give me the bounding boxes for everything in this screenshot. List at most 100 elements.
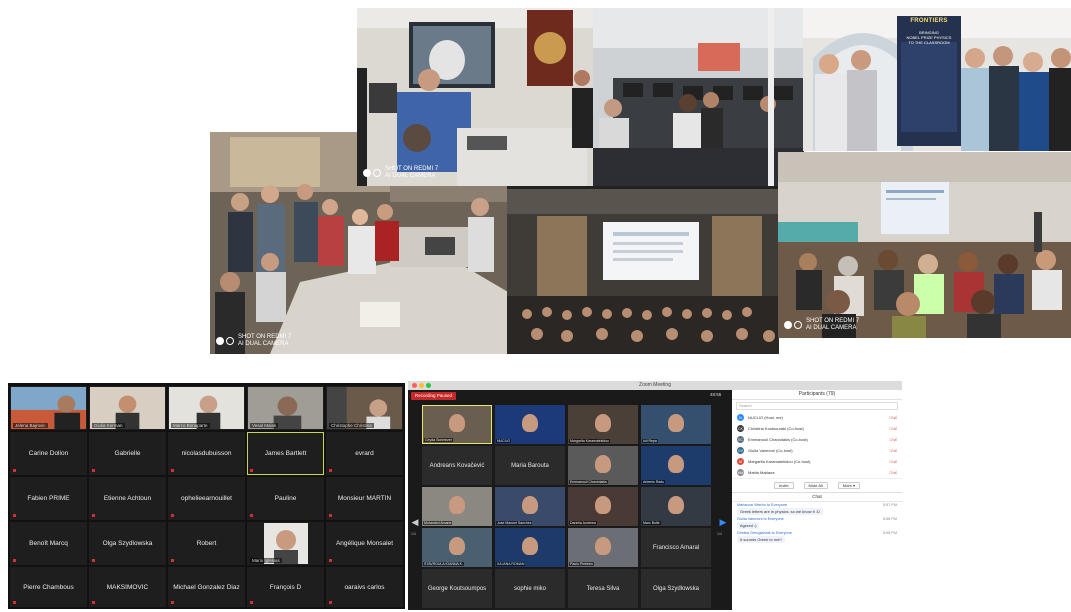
video-tile[interactable]: Paulo Pinheiro: [568, 528, 638, 567]
participants-title: Participants (79): [732, 390, 902, 400]
video-tile[interactable]: Artemis Radu: [641, 446, 711, 485]
video-tile[interactable]: Christophe Christina: [326, 386, 403, 430]
video-tile[interactable]: NUCLIO: [495, 405, 565, 444]
participant-tile[interactable]: Andreans Kovačević: [422, 446, 492, 485]
participant-tile[interactable]: Gabrielle: [89, 432, 166, 475]
invite-button[interactable]: Invite: [773, 482, 794, 489]
video-tile[interactable]: Mohamed Amane: [422, 487, 492, 526]
participant-face: [595, 495, 611, 514]
mic-camera-icon[interactable]: 🎙̸ ▭̸: [889, 437, 897, 442]
mic-camera-icon[interactable]: 🎙̸ ▭̸: [889, 426, 897, 431]
prev-page-arrow-icon[interactable]: ◀: [411, 514, 419, 530]
participant-tile-active[interactable]: James Bartlett: [247, 432, 324, 475]
chat-text: Greek letters are in physics, so we know…: [737, 508, 823, 515]
chat-title: Chat: [732, 493, 902, 502]
video-tile[interactable]: Mario Iglesias: [247, 522, 324, 565]
participant-tile[interactable]: evrard: [326, 432, 403, 475]
participant-tile[interactable]: Maria Barouta: [495, 446, 565, 485]
chat-header: Giulia Vanmoni to Everyone 5:58 PM: [737, 517, 897, 521]
photo-computer-lab: [593, 8, 804, 186]
participant-tile[interactable]: Michael Gonzalez Diaz: [168, 567, 245, 607]
video-tile[interactable]: Marco Bonaparte: [168, 386, 245, 430]
participant-row[interactable]: MM Mattia Mattana 🎙̸ ▭̸: [732, 467, 902, 478]
participant-row[interactable]: N NUCLIO (Host, me) 🎙̸ ▭̸: [732, 412, 902, 423]
page-indicator-right: 1/4: [717, 532, 722, 536]
maximize-window-button[interactable]: [426, 383, 431, 388]
mic-camera-icon[interactable]: 🎙̸ ▭̸: [889, 470, 897, 475]
close-window-button[interactable]: [412, 383, 417, 388]
participant-tile[interactable]: François D: [247, 567, 324, 607]
participant-tile[interactable]: Monsieur MARTIN: [326, 477, 403, 520]
participant-tile[interactable]: Pierre Chambous: [10, 567, 87, 607]
chat-sender[interactable]: Dimitra Gerogiannis to Everyone: [737, 531, 792, 535]
participant-name: Giulia Vanmoni (Co-host): [748, 448, 793, 453]
video-tile[interactable]: Daniela Andreea: [568, 487, 638, 526]
minimize-window-button[interactable]: [419, 383, 424, 388]
participant-face: [595, 454, 611, 473]
participant-actions: Invite Mute All More ▾: [732, 478, 902, 493]
banner-brand: FRONTIERS: [910, 18, 948, 24]
participant-tile[interactable]: Teresa Silva: [568, 569, 638, 608]
participant-tile[interactable]: MAKSIMOVIC: [89, 567, 166, 607]
participant-row[interactable]: EC Emmanouil Chaniotakis (Co-host) 🎙̸ ▭̸: [732, 434, 902, 445]
chat-sender[interactable]: Marianna Viterbo to Everyone: [737, 503, 787, 507]
video-caption: Ceyda Sonmezer: [424, 438, 454, 442]
chat-time: 5:57 PM: [882, 503, 897, 507]
participant-face: [668, 454, 684, 473]
video-tile[interactable]: Jose Manuel Sanchez: [495, 487, 565, 526]
video-caption: STAVROULA IOANNA K.: [423, 562, 464, 566]
chat-sender[interactable]: Giulia Vanmoni to Everyone: [737, 517, 784, 521]
participant-tile[interactable]: Robert: [168, 522, 245, 565]
participant-face: [449, 413, 465, 432]
participant-row[interactable]: M Margarita Karamalekidou (Co-host) 🎙̸ ▭̸: [732, 456, 902, 467]
video-tile[interactable]: Vesal Malak: [247, 386, 324, 430]
mic-camera-icon[interactable]: 🎙̸ ▭̸: [889, 415, 897, 420]
recording-paused-badge[interactable]: Recording Paused: [411, 392, 457, 400]
video-tile[interactable]: Ioli Repa: [641, 405, 711, 444]
video-tile[interactable]: Marc Bollé: [641, 487, 711, 526]
participant-tile[interactable]: ophelieearnouillet: [168, 477, 245, 520]
participant-name: Andreans Kovačević: [429, 462, 485, 469]
participant-tile[interactable]: Francisco Amaral: [641, 528, 711, 567]
participant-tile[interactable]: Carine Dollon: [10, 432, 87, 475]
participant-tile[interactable]: Pauline: [247, 477, 324, 520]
participant-tile[interactable]: sophie miko: [495, 569, 565, 608]
frontiers-banner: FRONTIERS BRINGING NOBEL PRIZE PHYSICS T…: [899, 18, 959, 45]
side-panel: Participants (79) Search N NUCLIO (Host, …: [732, 390, 902, 610]
more-button[interactable]: More ▾: [837, 482, 861, 489]
participant-tile[interactable]: oaraivs carlos: [326, 567, 403, 607]
participant-row[interactable]: CK Christina Koutsouraki (Co-host) 🎙̸ ▭̸: [732, 423, 902, 434]
video-caption: Artemis Radu: [642, 480, 666, 484]
video-tile[interactable]: IULIANA ROMAN: [495, 528, 565, 567]
mute-all-button[interactable]: Mute All: [803, 482, 828, 489]
avatar: EC: [737, 436, 744, 443]
video-tile[interactable]: Giulia Korman: [89, 386, 166, 430]
video-tile[interactable]: Margarita Karamalekidou: [568, 405, 638, 444]
participant-tile[interactable]: Olga Szydlowska: [641, 569, 711, 608]
participant-tile[interactable]: nicolasdubuisson: [168, 432, 245, 475]
participant-tile[interactable]: Olga Szydlowska: [89, 522, 166, 565]
participant-tile[interactable]: Benoît Marcq: [10, 522, 87, 565]
video-tile[interactable]: Jelena Bajrovic: [10, 386, 87, 430]
video-caption: Marc Bollé: [642, 521, 661, 525]
video-caption: Daniela Andreea: [569, 521, 597, 525]
mic-camera-icon[interactable]: 🎙̸ ▭̸: [889, 459, 897, 464]
participant-tile[interactable]: Fabien PRIME: [10, 477, 87, 520]
participant-tile[interactable]: Etienne Achtoun: [89, 477, 166, 520]
participant-tile[interactable]: Angélique Monsalet: [326, 522, 403, 565]
mic-camera-icon[interactable]: 🎙̸ ▭̸: [889, 448, 897, 453]
participant-tile[interactable]: George Koutsoumpos: [422, 569, 492, 608]
photo-conference-audience: SHOT ON REDMI 7 AI DUAL CAMERA: [778, 152, 1071, 338]
participant-search-input[interactable]: Search: [736, 402, 898, 410]
video-tile[interactable]: Emmanouil Chaniotakis: [568, 446, 638, 485]
participant-name: sophie miko: [513, 585, 546, 592]
video-caption: Margarita Karamalekidou: [569, 439, 611, 443]
camera-watermark: SHOT ON REDMI 7 AI DUAL CAMERA: [784, 318, 859, 332]
next-page-arrow-icon[interactable]: ▶: [719, 514, 727, 530]
video-tile[interactable]: STAVROULA IOANNA K.: [422, 528, 492, 567]
window-titlebar: Zoom Meeting: [408, 381, 902, 390]
participant-row[interactable]: GV Giulia Vanmoni (Co-host) 🎙̸ ▭̸: [732, 445, 902, 456]
photo-frontiers-banner: FRONTIERS BRINGING NOBEL PRIZE PHYSICS T…: [803, 8, 1071, 151]
participant-name: Margarita Karamalekidou (Co-host): [748, 459, 811, 464]
video-tile[interactable]: Ceyda Sonmezer: [422, 405, 492, 444]
